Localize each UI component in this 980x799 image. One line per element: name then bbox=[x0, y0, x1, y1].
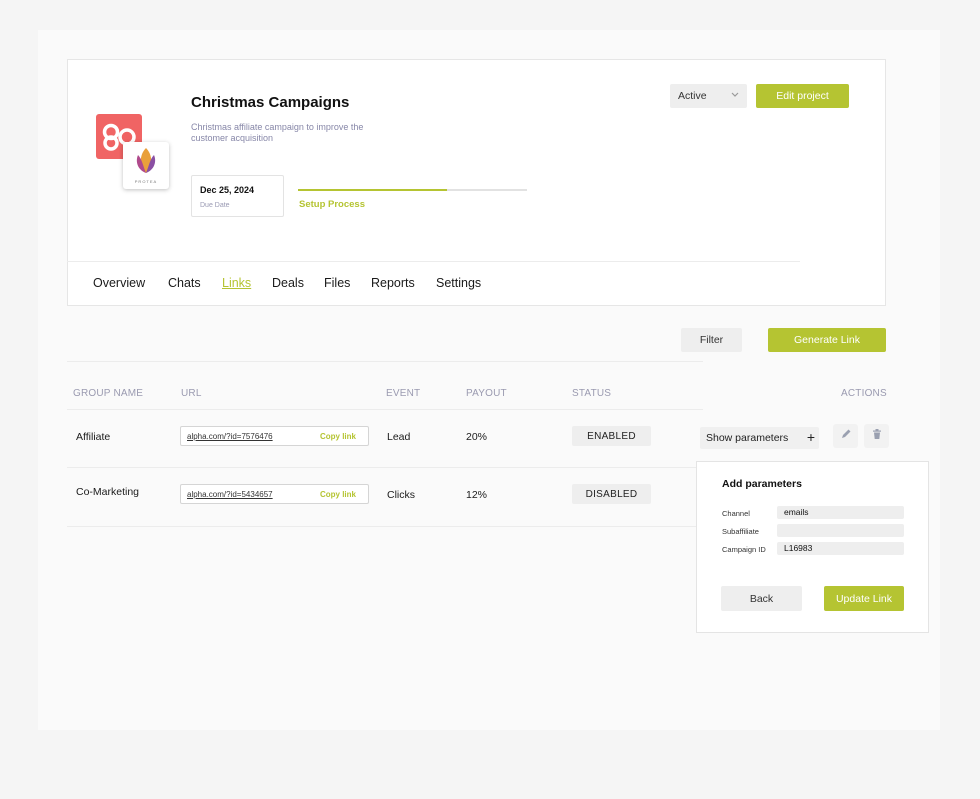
tab-links[interactable]: Links bbox=[222, 276, 251, 290]
url-text[interactable]: alpha.com/?id=7576476 bbox=[187, 432, 273, 441]
subaffiliate-label: Subaffiliate bbox=[722, 527, 759, 536]
filter-button[interactable]: Filter bbox=[681, 328, 742, 352]
channel-label: Channel bbox=[722, 509, 750, 518]
row-group-name: Co-Marketing bbox=[76, 486, 140, 498]
campaign-id-label: Campaign ID bbox=[722, 545, 766, 554]
campaign-id-field[interactable]: L16983 bbox=[777, 542, 904, 555]
due-date-label: Due Date bbox=[200, 202, 230, 209]
setup-progress-label: Setup Process bbox=[299, 199, 365, 210]
project-title: Christmas Campaigns bbox=[191, 94, 350, 111]
show-parameters-button[interactable]: Show parameters + bbox=[700, 427, 819, 449]
row-payout: 12% bbox=[466, 489, 488, 501]
add-parameters-popup: Add parameters Channel emails Subaffilia… bbox=[696, 461, 929, 633]
copy-link-button[interactable]: Copy link bbox=[320, 432, 356, 441]
partner-logo: PROTEA bbox=[123, 142, 169, 189]
tab-files[interactable]: Files bbox=[324, 276, 350, 290]
popup-title: Add parameters bbox=[722, 478, 802, 490]
url-field: alpha.com/?id=7576476 Copy link bbox=[180, 426, 369, 446]
project-status-value: Active bbox=[678, 90, 707, 102]
row-divider bbox=[67, 467, 703, 468]
setup-progress-bar bbox=[298, 189, 527, 191]
row-group-name: Affiliate bbox=[76, 431, 111, 443]
tab-settings[interactable]: Settings bbox=[436, 276, 481, 290]
column-header-group-name: GROUP NAME bbox=[73, 388, 144, 399]
copy-link-button[interactable]: Copy link bbox=[320, 490, 356, 499]
tab-chats[interactable]: Chats bbox=[168, 276, 201, 290]
delete-link-button[interactable] bbox=[864, 424, 889, 448]
show-parameters-label: Show parameters bbox=[706, 432, 789, 444]
edit-link-button[interactable] bbox=[833, 424, 858, 448]
edit-project-button[interactable]: Edit project bbox=[756, 84, 849, 108]
status-badge: ENABLED bbox=[572, 426, 651, 446]
tab-overview[interactable]: Overview bbox=[93, 276, 145, 290]
row-event: Lead bbox=[387, 431, 411, 443]
table-top-divider bbox=[67, 361, 703, 362]
tab-deals[interactable]: Deals bbox=[272, 276, 304, 290]
row-event: Clicks bbox=[387, 489, 415, 501]
partner-logo-text: PROTEA bbox=[134, 179, 158, 184]
project-status-select[interactable]: Active bbox=[670, 84, 747, 108]
column-header-actions: ACTIONS bbox=[841, 388, 887, 399]
column-header-event: EVENT bbox=[386, 388, 421, 399]
row-payout: 20% bbox=[466, 431, 488, 443]
url-text[interactable]: alpha.com/?id=5434657 bbox=[187, 490, 273, 499]
setup-progress-fill bbox=[298, 189, 447, 191]
table-header-divider bbox=[67, 409, 703, 410]
project-description: Christmas affiliate campaign to improve … bbox=[191, 122, 364, 143]
subaffiliate-field[interactable] bbox=[777, 524, 904, 537]
tabs-divider bbox=[67, 261, 800, 262]
plus-icon: + bbox=[806, 429, 815, 445]
generate-link-button[interactable]: Generate Link bbox=[768, 328, 886, 352]
channel-field[interactable]: emails bbox=[777, 506, 904, 519]
trash-icon bbox=[871, 427, 883, 445]
column-header-url: URL bbox=[181, 388, 202, 399]
due-date-value: Dec 25, 2024 bbox=[200, 185, 255, 195]
due-date-card: Dec 25, 2024 Due Date bbox=[191, 175, 284, 217]
pencil-icon bbox=[840, 427, 852, 445]
chevron-down-icon bbox=[730, 89, 740, 101]
column-header-status: STATUS bbox=[572, 388, 612, 399]
tab-reports[interactable]: Reports bbox=[371, 276, 415, 290]
row-divider bbox=[67, 526, 703, 527]
back-button[interactable]: Back bbox=[721, 586, 802, 611]
update-link-button[interactable]: Update Link bbox=[824, 586, 904, 611]
status-badge: DISABLED bbox=[572, 484, 651, 504]
column-header-payout: PAYOUT bbox=[466, 388, 507, 399]
url-field: alpha.com/?id=5434657 Copy link bbox=[180, 484, 369, 504]
